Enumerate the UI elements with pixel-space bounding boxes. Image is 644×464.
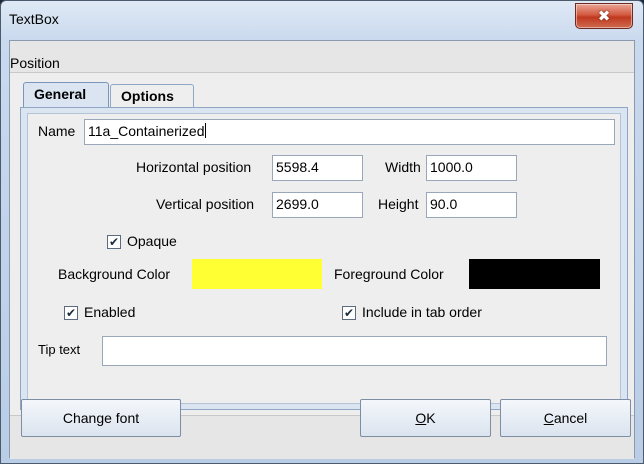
menu-bar: Position: [10, 41, 634, 73]
ok-label: OK: [415, 410, 435, 426]
height-input[interactable]: 90.0: [426, 192, 517, 218]
background-color-label: Background Color: [58, 266, 171, 282]
tab-options-label: Options: [121, 88, 174, 104]
general-tab-content: Name 11a_Containerized Horizontal positi…: [27, 113, 621, 404]
close-button[interactable]: ✖: [575, 3, 633, 29]
background-color-swatch[interactable]: [192, 259, 322, 289]
check-icon: ✔: [65, 306, 77, 320]
dialog-client-area: Position General Options Name 11a_Contai…: [9, 40, 635, 459]
text-caret: [204, 123, 206, 138]
width-label: Width: [385, 159, 421, 175]
opaque-checkbox[interactable]: ✔: [107, 235, 121, 249]
horizontal-position-input[interactable]: 5598.4: [272, 155, 363, 181]
horizontal-position-label: Horizontal position: [136, 159, 252, 175]
cancel-label: Cancel: [544, 410, 588, 426]
opaque-label: Opaque: [127, 233, 177, 249]
tab-general-label: General: [34, 86, 87, 102]
height-label: Height: [378, 196, 419, 212]
cancel-mnemonic: C: [543, 410, 554, 426]
close-icon: ✖: [597, 8, 611, 25]
enabled-checkbox[interactable]: ✔: [64, 306, 78, 320]
width-input-value: 1000.0: [430, 159, 473, 175]
change-font-button[interactable]: Change font: [21, 399, 181, 437]
tip-text-input[interactable]: [102, 336, 607, 366]
vertical-position-input[interactable]: 2699.0: [272, 192, 363, 218]
button-bar: Change font OK Cancel: [10, 399, 634, 459]
enabled-label: Enabled: [84, 304, 136, 320]
name-input[interactable]: 11a_Containerized: [84, 119, 615, 145]
ok-label-rest: K: [426, 410, 436, 426]
textbox-dialog-window: TextBox ✖ Position General Options Name …: [0, 0, 644, 464]
tab-general[interactable]: General: [23, 82, 109, 108]
change-font-label: Change font: [62, 410, 140, 426]
vertical-position-value: 2699.0: [276, 196, 319, 212]
window-title: TextBox: [9, 11, 59, 27]
horizontal-position-value: 5598.4: [276, 159, 319, 175]
general-tab-panel: Name 11a_Containerized Horizontal positi…: [20, 107, 628, 410]
cancel-button[interactable]: Cancel: [500, 399, 631, 437]
tab-order-label: Include in tab order: [362, 304, 482, 320]
name-label: Name: [38, 123, 76, 139]
tip-text-label: Tip text: [38, 342, 81, 357]
height-input-value: 90.0: [430, 196, 458, 212]
tab-options[interactable]: Options: [110, 84, 194, 108]
foreground-color-label: Foreground Color: [334, 266, 444, 282]
foreground-color-swatch[interactable]: [469, 259, 600, 289]
title-bar[interactable]: TextBox ✖: [1, 1, 643, 39]
cancel-label-rest: ancel: [553, 410, 588, 426]
width-input[interactable]: 1000.0: [426, 155, 517, 181]
ok-mnemonic: O: [415, 410, 427, 426]
tab-order-checkbox[interactable]: ✔: [342, 306, 356, 320]
vertical-position-label: Vertical position: [156, 196, 255, 212]
name-input-value: 11a_Containerized: [88, 123, 205, 139]
check-icon: ✔: [343, 306, 355, 320]
ok-button[interactable]: OK: [360, 399, 491, 437]
menu-position[interactable]: Position: [10, 55, 60, 71]
check-icon: ✔: [108, 235, 120, 249]
